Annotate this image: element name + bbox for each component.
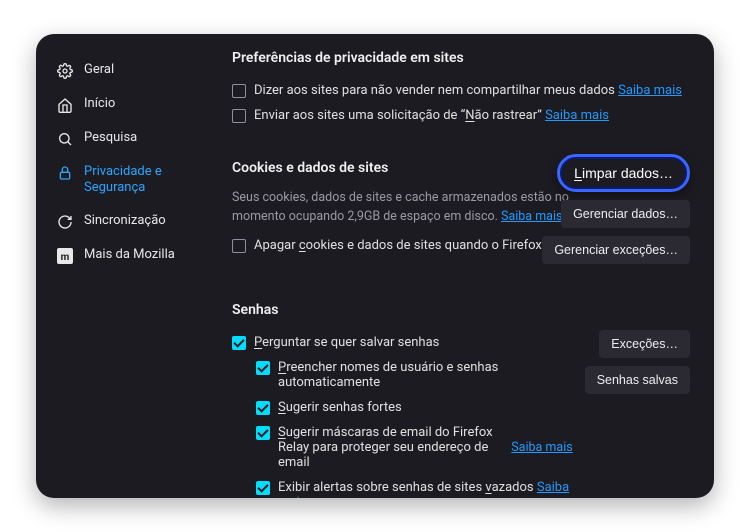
- sidebar-item-label: Mais da Mozilla: [84, 247, 175, 263]
- sidebar-item-label: Sincronização: [84, 213, 166, 229]
- checkbox-leaked-alerts[interactable]: Exibir alertas sobre senhas de sites vaz…: [256, 475, 573, 498]
- checkbox-label: Sugerir máscaras de email do Firefox Rel…: [278, 425, 495, 470]
- svg-text:m: m: [61, 252, 70, 263]
- checkbox-icon: [256, 481, 270, 495]
- checkbox-label: Enviar aos sites uma solicitação de “Não…: [254, 108, 609, 123]
- section-passwords: Senhas Perguntar se quer salvar senhas P…: [232, 302, 690, 498]
- cookies-description: Seus cookies, dados de sites e cache arm…: [232, 188, 582, 227]
- content-pane: Preferências de privacidade em sites Diz…: [216, 34, 714, 498]
- learn-more-link[interactable]: Saiba mais: [545, 108, 609, 123]
- section-site-privacy: Preferências de privacidade em sites Diz…: [232, 50, 690, 128]
- checkbox-label: Exibir alertas sobre senhas de sites vaz…: [278, 480, 573, 498]
- checkbox-icon: [232, 336, 246, 350]
- sidebar-item-home[interactable]: Início: [50, 88, 206, 122]
- sync-icon: [56, 213, 74, 231]
- sidebar-item-general[interactable]: Geral: [50, 54, 206, 88]
- checkbox-icon: [256, 401, 270, 415]
- checkbox-relay-masks[interactable]: Sugerir máscaras de email do Firefox Rel…: [256, 420, 495, 475]
- checkbox-label: Perguntar se quer salvar senhas: [254, 335, 439, 350]
- clear-data-button[interactable]: Limpar dados…: [557, 154, 690, 192]
- manage-data-button[interactable]: Gerenciar dados…: [561, 200, 690, 228]
- sidebar-item-more-mozilla[interactable]: m Mais da Mozilla: [50, 239, 206, 273]
- manage-exceptions-button[interactable]: Gerenciar exceções…: [542, 236, 690, 264]
- lock-icon: [56, 164, 74, 182]
- checkbox-do-not-sell[interactable]: Dizer aos sites para não vender nem comp…: [232, 78, 690, 103]
- checkbox-ask-save-passwords[interactable]: Perguntar se quer salvar senhas: [232, 330, 573, 355]
- saved-passwords-button[interactable]: Senhas salvas: [585, 366, 690, 394]
- checkbox-autofill-passwords[interactable]: Preencher nomes de usuário e senhas auto…: [256, 355, 573, 395]
- exceptions-button[interactable]: Exceções…: [599, 330, 690, 358]
- checkbox-suggest-strong[interactable]: Sugerir senhas fortes: [256, 395, 573, 420]
- sidebar-item-label: Pesquisa: [84, 130, 137, 146]
- section-title: Senhas: [232, 302, 690, 318]
- section-cookies: Cookies e dados de sites Seus cookies, d…: [232, 160, 690, 258]
- mozilla-icon: m: [56, 247, 74, 265]
- gear-icon: [56, 62, 74, 80]
- checkbox-label: Sugerir senhas fortes: [278, 400, 402, 415]
- cookies-buttons: Limpar dados… Gerenciar dados… Gerenciar…: [540, 154, 690, 264]
- home-icon: [56, 96, 74, 114]
- sidebar-item-label: Privacidade e Segurança: [84, 164, 200, 197]
- checkbox-label: Dizer aos sites para não vender nem comp…: [254, 83, 682, 98]
- sidebar-item-privacy[interactable]: Privacidade e Segurança: [50, 156, 206, 205]
- sidebar-item-label: Geral: [84, 62, 114, 78]
- checkbox-icon: [232, 109, 246, 123]
- sidebar-item-search[interactable]: Pesquisa: [50, 122, 206, 156]
- sidebar-item-sync[interactable]: Sincronização: [50, 205, 206, 239]
- checkbox-icon: [256, 361, 270, 375]
- section-title: Preferências de privacidade em sites: [232, 50, 690, 66]
- checkbox-icon: [232, 84, 246, 98]
- sidebar: Geral Início Pesquisa Privacidade e Segu…: [36, 34, 216, 498]
- checkbox-label: Preencher nomes de usuário e senhas auto…: [278, 360, 573, 390]
- learn-more-link[interactable]: Saiba mais: [618, 83, 682, 98]
- checkbox-icon: [232, 239, 246, 253]
- checkbox-do-not-track[interactable]: Enviar aos sites uma solicitação de “Não…: [232, 103, 690, 128]
- passwords-buttons: Exceções… Senhas salvas: [585, 330, 690, 394]
- search-icon: [56, 130, 74, 148]
- sidebar-item-label: Início: [84, 96, 115, 112]
- checkbox-icon: [256, 426, 270, 440]
- learn-more-link[interactable]: Saiba mais: [511, 440, 572, 455]
- settings-window: Geral Início Pesquisa Privacidade e Segu…: [36, 34, 714, 498]
